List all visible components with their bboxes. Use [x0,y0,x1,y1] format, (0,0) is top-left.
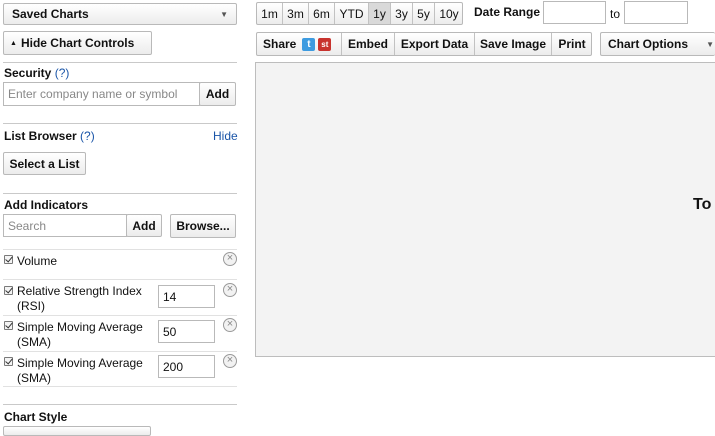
remove-indicator-icon[interactable]: × [223,354,237,368]
chart-options-dropdown[interactable]: Chart Options ▼ [600,32,715,56]
caret-down-icon: ▼ [706,39,714,49]
export-data-button[interactable]: Export Data [395,33,475,55]
indicator-row-rsi: Relative Strength Index (RSI) × [3,280,237,315]
list-browser-help-link[interactable]: (?) [80,129,95,143]
indicator-label: Relative Strength Index (RSI) [17,284,142,313]
range-1y[interactable]: 1y [369,3,391,24]
indicator-browse-button[interactable]: Browse... [170,214,236,238]
date-range-start-input[interactable] [543,1,606,24]
caret-up-icon: ▲ [10,39,17,47]
save-image-button[interactable]: Save Image [475,33,552,55]
chart-overlay-text: To [693,196,712,213]
remove-indicator-icon[interactable]: × [223,318,237,332]
security-heading: Security (?) [4,66,69,80]
divider [3,404,237,405]
sma-50-checkbox[interactable] [4,321,13,330]
hide-chart-controls-button[interactable]: ▲ Hide Chart Controls [3,31,152,55]
range-10y[interactable]: 10y [435,3,463,24]
security-add-button[interactable]: Add [199,82,236,106]
rsi-checkbox[interactable] [4,286,13,295]
divider [3,62,237,63]
indicator-search-input[interactable] [3,214,127,237]
sma-200-checkbox[interactable] [4,357,13,366]
stocktwits-icon[interactable]: st [318,37,332,51]
rsi-period-input[interactable] [158,285,215,308]
chart-style-heading: Chart Style [4,410,68,424]
list-browser-heading: List Browser (?) [4,129,95,143]
add-indicators-heading: Add Indicators [4,198,89,212]
chart-style-dropdown[interactable] [3,426,151,436]
range-ytd[interactable]: YTD [335,3,369,24]
indicator-row-sma-50: Simple Moving Average (SMA) × [3,316,237,351]
print-button[interactable]: Print [552,33,592,55]
share-label: Share [263,37,297,51]
indicator-label: Simple Moving Average (SMA) [17,320,143,349]
divider [3,386,237,387]
saved-charts-label: Saved Charts [12,7,89,21]
chart-action-toolbar: Share t st Embed Export Data Save Image … [256,32,592,56]
twitter-icon[interactable]: t [302,37,316,51]
range-3m[interactable]: 3m [283,3,309,24]
list-browser-hide-link[interactable]: Hide [213,129,238,143]
indicator-row-sma-200: Simple Moving Average (SMA) × [3,352,237,386]
saved-charts-dropdown[interactable]: Saved Charts ▼ [3,3,237,25]
date-range-end-input[interactable] [624,1,688,24]
hide-chart-controls-label: Hide Chart Controls [20,36,135,50]
select-a-list-button[interactable]: Select a List [3,152,86,175]
list-browser-heading-label: List Browser [4,129,77,143]
range-3y[interactable]: 3y [391,3,413,24]
date-range-to-label: to [610,7,621,21]
indicator-label: Volume [17,254,58,268]
embed-button[interactable]: Embed [342,33,395,55]
sma-200-period-input[interactable] [158,355,215,378]
range-6m[interactable]: 6m [309,3,335,24]
date-range-label: Date Range [474,5,541,19]
security-search-input[interactable] [3,82,200,106]
security-help-link[interactable]: (?) [55,66,70,80]
sma-50-period-input[interactable] [158,320,215,343]
remove-indicator-icon[interactable]: × [223,252,237,266]
security-heading-label: Security [4,66,52,80]
range-5y[interactable]: 5y [413,3,435,24]
volume-checkbox[interactable] [4,255,13,264]
chart-options-label: Chart Options [608,37,688,51]
indicator-label: Simple Moving Average (SMA) [17,356,143,385]
divider [3,193,237,194]
divider [3,123,237,124]
chart-canvas[interactable]: To [255,62,715,357]
range-1m[interactable]: 1m [257,3,283,24]
range-selector: 1m 3m 6m YTD 1y 3y 5y 10y [256,2,463,25]
share-group: Share t st [257,33,342,55]
caret-down-icon: ▼ [220,9,228,19]
indicator-row-volume: Volume × [3,250,237,279]
indicator-add-button[interactable]: Add [126,214,162,237]
remove-indicator-icon[interactable]: × [223,283,237,297]
